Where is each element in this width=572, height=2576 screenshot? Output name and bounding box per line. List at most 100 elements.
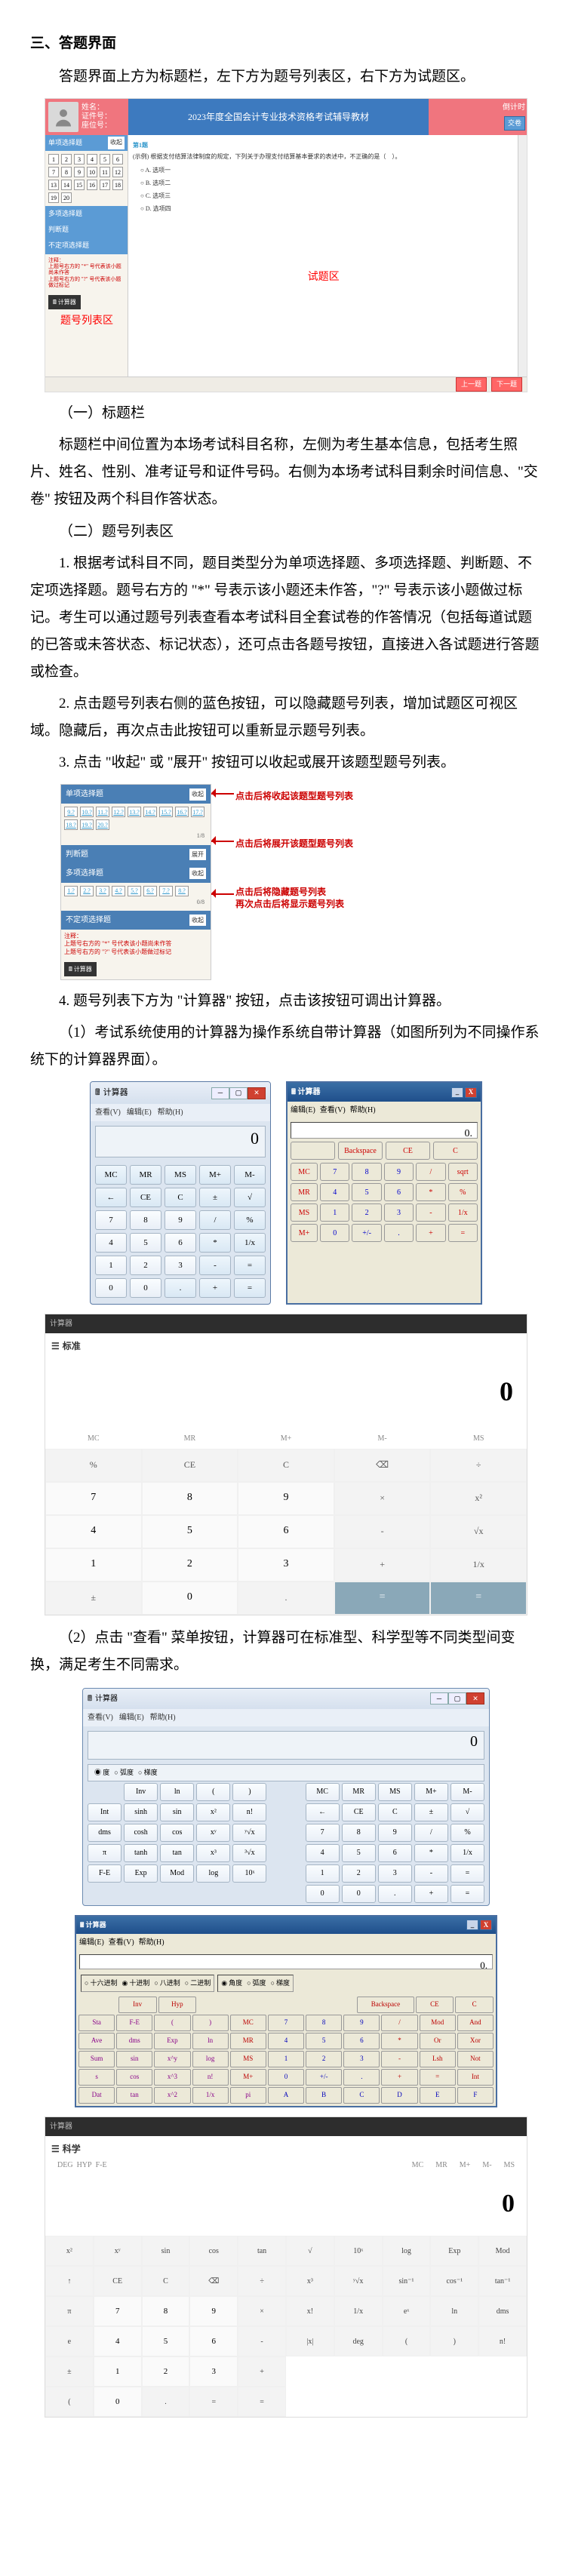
question-number[interactable]: 17 bbox=[100, 180, 110, 190]
collapse-button-1[interactable]: 收起 bbox=[189, 788, 206, 800]
prev-button[interactable]: 上一题 bbox=[456, 377, 487, 392]
calc-key[interactable]: ± bbox=[414, 1803, 448, 1821]
calc-key[interactable]: ʸ√x bbox=[334, 2266, 383, 2296]
calc-key[interactable]: 4 bbox=[45, 1515, 142, 1548]
calc-key[interactable]: Mod bbox=[478, 2236, 527, 2266]
radix-bin[interactable]: ○二进制 bbox=[185, 1977, 211, 1990]
option[interactable]: ○ A. 选项一 bbox=[140, 164, 522, 176]
calc-key[interactable]: A bbox=[268, 2087, 304, 2104]
mem-key[interactable]: MR bbox=[435, 2158, 447, 2172]
calc-key[interactable]: CE bbox=[142, 1449, 238, 1482]
calc-key[interactable]: 5 bbox=[342, 1844, 376, 1862]
calc-key[interactable]: 4 bbox=[306, 1844, 340, 1862]
calc-key[interactable]: 8 bbox=[142, 2296, 190, 2326]
question-number[interactable]: 17.? bbox=[191, 807, 205, 817]
angle-deg[interactable]: ◉ 度 bbox=[94, 1766, 109, 1779]
calc-key[interactable]: 6 bbox=[165, 1233, 196, 1253]
menu-help[interactable]: 帮助(H) bbox=[158, 1108, 183, 1117]
question-number[interactable]: 5 bbox=[100, 154, 110, 164]
calc-key[interactable]: × bbox=[238, 2296, 286, 2326]
angle-deg[interactable]: ◉角度 bbox=[221, 1977, 242, 1990]
calc-key[interactable]: C bbox=[378, 1803, 412, 1821]
calc-key[interactable]: / bbox=[416, 1163, 445, 1181]
question-number[interactable]: 11.? bbox=[96, 807, 109, 817]
calc-key[interactable]: √ bbox=[234, 1188, 266, 1207]
calc-key[interactable]: cos⁻¹ bbox=[430, 2266, 478, 2296]
question-number[interactable]: 15.? bbox=[159, 807, 173, 817]
calc-key[interactable]: Ave bbox=[78, 2033, 115, 2049]
calc-key[interactable]: ( bbox=[154, 2015, 190, 2031]
calc-key[interactable]: Mod bbox=[160, 1864, 194, 1883]
calc-key[interactable]: Mod bbox=[420, 2015, 456, 2031]
calc-key[interactable]: Lsh bbox=[420, 2051, 456, 2067]
calc-key[interactable]: n! bbox=[192, 2069, 229, 2086]
radix-oct[interactable]: ○八进制 bbox=[154, 1977, 180, 1990]
minimize-icon[interactable]: ─ bbox=[430, 1692, 448, 1705]
calc-key[interactable]: 1/x bbox=[451, 1844, 484, 1862]
calc-key[interactable]: Backspace bbox=[357, 1997, 414, 2013]
calc-key[interactable]: 6 bbox=[238, 1515, 334, 1548]
calc-key[interactable]: ⌫ bbox=[189, 2266, 238, 2296]
calc-key[interactable]: - bbox=[416, 1203, 445, 1222]
calc-key[interactable]: MC bbox=[230, 2015, 266, 2031]
calc-key[interactable]: tan bbox=[160, 1844, 194, 1862]
calc-key[interactable]: 8 bbox=[142, 1482, 238, 1515]
menu-edit[interactable]: 编辑(E) bbox=[127, 1108, 152, 1117]
nav2-group3[interactable]: 多项选择题 bbox=[66, 866, 103, 881]
calc-key[interactable]: 1 bbox=[45, 1548, 142, 1582]
calc-key[interactable]: 10ˣ bbox=[232, 1864, 266, 1883]
calc-key[interactable]: Sum bbox=[78, 2051, 115, 2067]
menu-view[interactable]: 查看(V) bbox=[320, 1106, 346, 1114]
calc-key[interactable]: eˣ bbox=[383, 2296, 431, 2326]
calc-key[interactable]: - bbox=[199, 1256, 231, 1275]
calc-key[interactable]: 5 bbox=[130, 1233, 161, 1253]
question-number[interactable]: 7.? bbox=[159, 886, 173, 896]
calc-key[interactable]: D bbox=[381, 2087, 417, 2104]
calc-key[interactable]: x² bbox=[196, 1803, 230, 1821]
calc-key[interactable]: xʸ bbox=[196, 1824, 230, 1842]
calc-key[interactable]: Sta bbox=[78, 2015, 115, 2031]
calc-key[interactable]: CE bbox=[130, 1188, 161, 1207]
calc-key[interactable]: x! bbox=[286, 2296, 334, 2326]
question-number[interactable]: 10.? bbox=[80, 807, 94, 817]
calc-key[interactable]: + bbox=[414, 1885, 448, 1903]
calc-key[interactable]: 2 bbox=[130, 1256, 161, 1275]
question-number[interactable]: 12 bbox=[112, 167, 123, 177]
calc-key[interactable]: cos bbox=[189, 2236, 238, 2266]
calc-key[interactable]: 1 bbox=[95, 1256, 127, 1275]
calc-key[interactable]: / bbox=[199, 1210, 231, 1230]
calc-key[interactable]: 9 bbox=[189, 2296, 238, 2326]
calc-key[interactable]: + bbox=[416, 1224, 445, 1242]
menu-help[interactable]: 帮助(H) bbox=[150, 1714, 176, 1722]
calc-key[interactable]: M+ bbox=[414, 1783, 448, 1801]
calc-key[interactable]: Exp bbox=[124, 1864, 158, 1883]
calc-key[interactable]: - bbox=[238, 2326, 286, 2356]
calc-key[interactable]: 0 bbox=[342, 1885, 376, 1903]
calc-key[interactable]: 3 bbox=[238, 1548, 334, 1582]
calc-key[interactable]: n! bbox=[232, 1803, 266, 1821]
calc-key[interactable]: 0 bbox=[95, 1278, 127, 1298]
calc-key[interactable]: 1 bbox=[268, 2051, 304, 2067]
calc-key[interactable]: +/- bbox=[352, 1224, 381, 1242]
scrollbar[interactable] bbox=[518, 135, 527, 377]
calc-key[interactable]: And bbox=[457, 2015, 494, 2031]
question-number[interactable]: 13.? bbox=[128, 807, 141, 817]
question-number[interactable]: 9.? bbox=[64, 807, 78, 817]
question-number[interactable]: 11 bbox=[100, 167, 110, 177]
close-icon[interactable]: X bbox=[480, 1920, 492, 1930]
calc-mode-tab[interactable]: ☰ 科学 bbox=[51, 2141, 81, 2158]
calc-key[interactable]: - bbox=[414, 1864, 448, 1883]
calc-key[interactable]: 1/x bbox=[192, 2087, 229, 2104]
calc-key[interactable]: 1 bbox=[320, 1203, 349, 1222]
calc-key[interactable]: ³√x bbox=[232, 1844, 266, 1862]
question-number[interactable]: 15 bbox=[74, 180, 85, 190]
radix-hex[interactable]: ○十六进制 bbox=[85, 1977, 117, 1990]
question-number[interactable]: 18.? bbox=[64, 819, 78, 830]
calc-key[interactable]: C bbox=[455, 1997, 494, 2013]
calc-key[interactable]: log bbox=[192, 2051, 229, 2067]
calc-key[interactable]: . bbox=[238, 1582, 334, 1615]
question-number[interactable]: 3.? bbox=[96, 886, 109, 896]
calc-key[interactable]: 3 bbox=[165, 1256, 196, 1275]
nav-group-judge[interactable]: 判断题 bbox=[48, 223, 69, 236]
nav-group-multi[interactable]: 多项选择题 bbox=[48, 207, 82, 220]
